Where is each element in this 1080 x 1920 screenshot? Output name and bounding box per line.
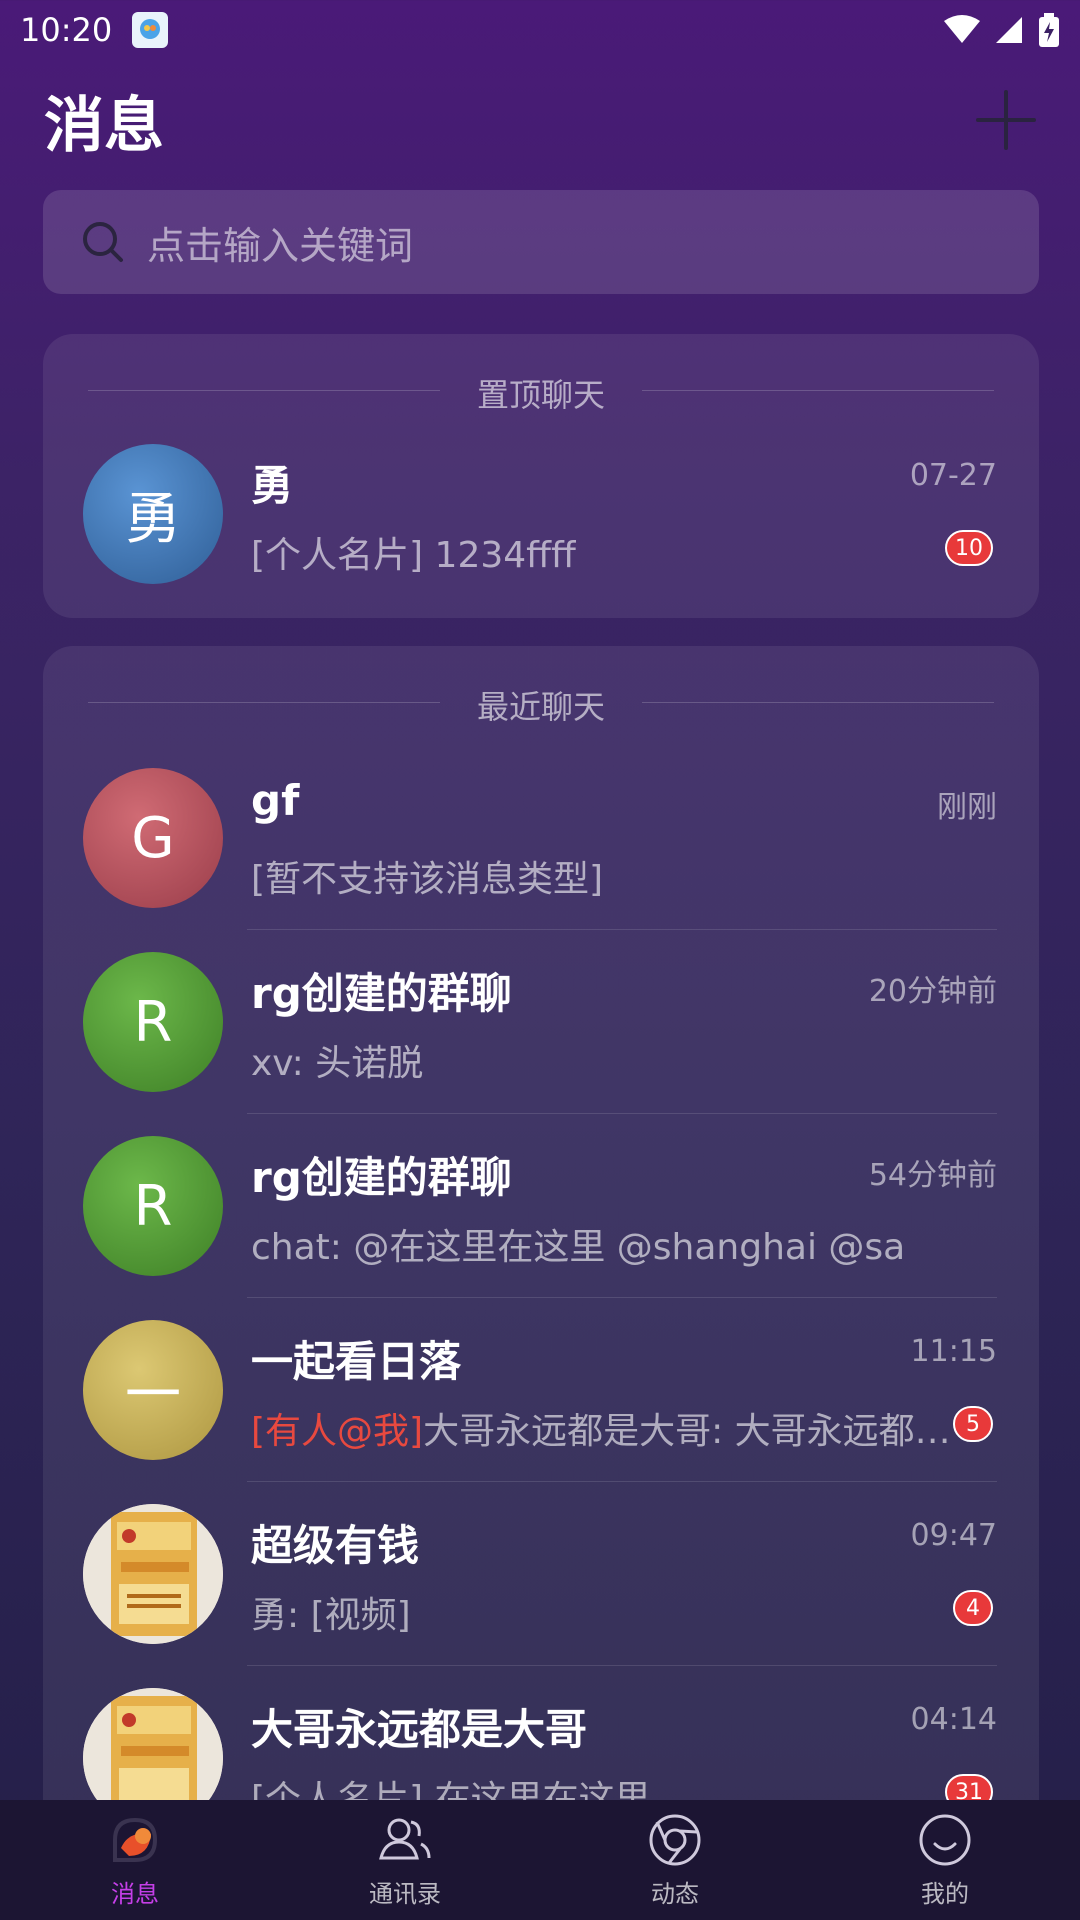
bottom-nav: 消息 通讯录 动态 我的	[0, 1800, 1080, 1920]
chat-preview: chat: @在这里在这里 @shanghai @sa	[251, 1227, 906, 1268]
recent-section-title: 最近聊天	[476, 688, 605, 726]
avatar: R	[83, 952, 223, 1092]
avatar: R	[83, 1136, 223, 1276]
nav-label: 通讯录	[369, 1879, 441, 1908]
mention-tag: [有人@我]	[251, 1411, 424, 1452]
avatar-text: G	[131, 805, 175, 871]
chat-time: 11:15	[910, 1334, 997, 1369]
nav-item-moments[interactable]: 动态	[540, 1800, 810, 1920]
recent-chats-card: 最近聊天 G gf 刚刚 [暂不支持该消息类型] R rg创建的群聊 20分钟前…	[43, 646, 1039, 1920]
chat-time: 09:47	[910, 1518, 997, 1553]
nav-item-contacts[interactable]: 通讯录	[270, 1800, 540, 1920]
avatar: 勇	[83, 444, 223, 584]
nav-label: 我的	[921, 1879, 969, 1908]
header: 消息	[0, 70, 1080, 170]
contacts-icon	[379, 1818, 431, 1859]
chat-name: 勇	[251, 461, 294, 510]
chat-bubble-icon	[113, 1817, 158, 1862]
avatar	[83, 1504, 223, 1644]
status-time: 10:20	[20, 11, 113, 49]
avatar-text: 一	[125, 1362, 181, 1428]
avatar-text: R	[133, 989, 173, 1055]
chat-row[interactable]: R rg创建的群聊 54分钟前 chat: @在这里在这里 @shanghai …	[43, 1114, 1039, 1298]
status-icons	[944, 13, 1060, 47]
chat-name: rg创建的群聊	[251, 1153, 512, 1202]
chat-preview-text: 大哥永远都是大哥: 大哥永远都…	[423, 1411, 951, 1452]
chat-time: 07-27	[909, 458, 997, 493]
nav-item-me[interactable]: 我的	[810, 1800, 1080, 1920]
status-bar: 10:20	[0, 0, 1080, 60]
pinned-chats-card: 置顶聊天 勇 勇 07-27 [个人名片] 1234ffff 10	[43, 334, 1039, 618]
smile-icon	[919, 1814, 971, 1865]
chat-row[interactable]: 一 一起看日落 11:15 [有人@我]大哥永远都是大哥: 大哥永远都… 5	[43, 1298, 1039, 1482]
avatar-photo	[83, 1504, 223, 1644]
battery-icon	[1039, 13, 1059, 47]
chat-preview: xv: 头诺脱	[251, 1043, 424, 1084]
signal-icon	[996, 17, 1022, 43]
chat-time: 04:14	[910, 1702, 997, 1737]
search-input[interactable]: 点击输入关键词	[43, 190, 1039, 294]
chat-preview: 勇: [视频]	[251, 1595, 411, 1636]
chat-name: 一起看日落	[251, 1337, 462, 1386]
nav-label: 动态	[651, 1879, 699, 1908]
chat-row[interactable]: 超级有钱 09:47 勇: [视频] 4	[43, 1482, 1039, 1666]
avatar: G	[83, 768, 223, 908]
chat-name: gf	[251, 776, 300, 825]
wifi-icon	[944, 15, 980, 43]
chat-name: rg创建的群聊	[251, 969, 512, 1018]
unread-badge: 4	[953, 1590, 993, 1626]
search-icon	[83, 222, 123, 262]
notification-app-icon	[132, 12, 169, 48]
chat-preview: [暂不支持该消息类型]	[251, 859, 604, 900]
nav-item-messages[interactable]: 消息	[0, 1800, 270, 1920]
avatar-text: 勇	[125, 486, 181, 552]
chat-row[interactable]: G gf 刚刚 [暂不支持该消息类型]	[43, 746, 1039, 930]
aperture-icon	[649, 1814, 701, 1865]
chat-row[interactable]: 勇 勇 07-27 [个人名片] 1234ffff 10	[43, 422, 1039, 606]
avatar-text: R	[133, 1173, 173, 1239]
chat-name: 大哥永远都是大哥	[251, 1705, 588, 1754]
nav-label: 消息	[111, 1879, 159, 1908]
chat-time: 54分钟前	[868, 1158, 997, 1193]
avatar: 一	[83, 1320, 223, 1460]
unread-badge: 10	[945, 530, 993, 566]
chat-row[interactable]: R rg创建的群聊 20分钟前 xv: 头诺脱	[43, 930, 1039, 1114]
chat-preview: [有人@我]大哥永远都是大哥: 大哥永远都…	[251, 1402, 951, 1454]
chat-time: 刚刚	[937, 790, 997, 825]
add-button[interactable]	[976, 90, 1036, 150]
chat-time: 20分钟前	[868, 974, 997, 1009]
unread-badge: 5	[953, 1406, 993, 1442]
page-title: 消息	[44, 90, 164, 161]
chat-name: 超级有钱	[251, 1521, 420, 1570]
pinned-section-title: 置顶聊天	[476, 376, 605, 414]
search-placeholder: 点击输入关键词	[147, 223, 414, 268]
chat-preview: [个人名片] 1234ffff	[251, 535, 576, 576]
